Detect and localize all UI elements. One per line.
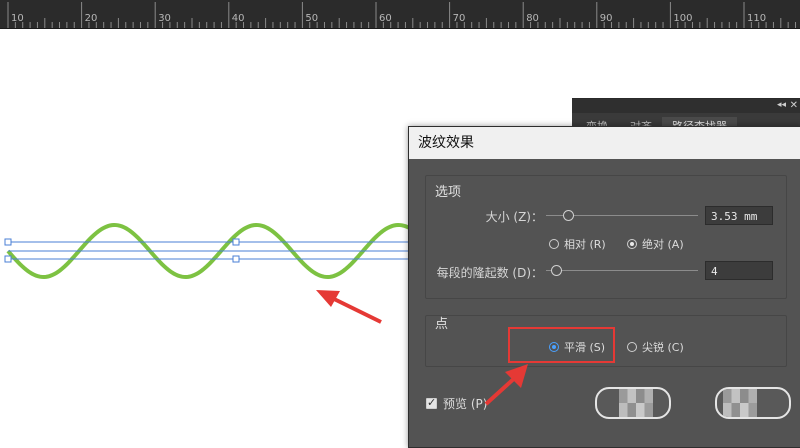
corner-radio[interactable]: 尖锐 (C) [627,339,684,355]
ruler-label: 10 [11,13,24,24]
relative-radio[interactable]: 相对 (R) [549,236,606,252]
checkbox-square [426,396,437,409]
cancel-button[interactable] [715,387,791,419]
size-slider-thumb[interactable] [563,210,574,221]
relative-label: 相对 (R) [564,238,606,251]
ridges-field[interactable]: 4 [705,261,773,280]
absolute-radio[interactable]: 绝对 (A) [627,236,684,252]
anchor-point [232,255,240,263]
ruler-label: 60 [379,13,392,24]
corner-label: 尖锐 (C) [642,341,684,354]
preview-label: 预览 (P) [443,397,488,411]
absolute-label: 绝对 (A) [642,238,684,251]
points-group-title: 点 [435,317,449,332]
size-field[interactable]: 3.53 mm [705,206,773,225]
ruler-label: 20 [84,13,98,24]
radio-circle [627,342,637,352]
anchor-point [4,255,12,263]
close-icon[interactable]: ✕ [790,100,798,111]
anchor-point [4,238,12,246]
ruler-label: 110 [747,13,767,24]
blurred-label [723,389,757,417]
ruler-label: 80 [526,13,539,24]
ruler-label: 90 [599,13,613,24]
preview-checkbox[interactable]: 预览 (P) [426,395,487,412]
horizontal-ruler[interactable]: 10 20 30 40 50 60 70 80 90 100 110 [0,0,800,29]
blurred-label [619,389,653,417]
panel-header: ◂◂ ✕ [572,99,800,113]
ok-button[interactable] [595,387,671,419]
ruler-label: 40 [231,13,245,24]
dialog-title-bar[interactable]: 波纹效果 [409,127,800,159]
options-group-title: 选项 [435,185,462,200]
highlight-box [508,327,615,363]
ridges-label: 每段的隆起数 (D)： [436,266,543,280]
zigzag-dialog: 波纹效果 选项 大小 (Z)： 3.53 mm 相对 (R) 绝对 (A) 每段… [408,126,800,448]
radio-circle [549,239,559,249]
radio-circle [627,239,637,249]
ruler-label: 30 [158,13,171,24]
selection-lines [8,241,410,260]
ridges-slider-track[interactable] [546,270,698,271]
dialog-title: 波纹效果 [418,135,474,151]
ruler-label: 50 [305,13,319,24]
ruler-label: 100 [673,13,693,24]
ruler-label: 70 [452,13,466,24]
collapse-icon[interactable]: ◂◂ [777,100,786,110]
anchor-point [232,238,240,246]
annotation-arrow-canvas [316,290,382,324]
size-label: 大小 (Z)： [485,210,543,224]
ridges-slider-thumb[interactable] [551,265,562,276]
